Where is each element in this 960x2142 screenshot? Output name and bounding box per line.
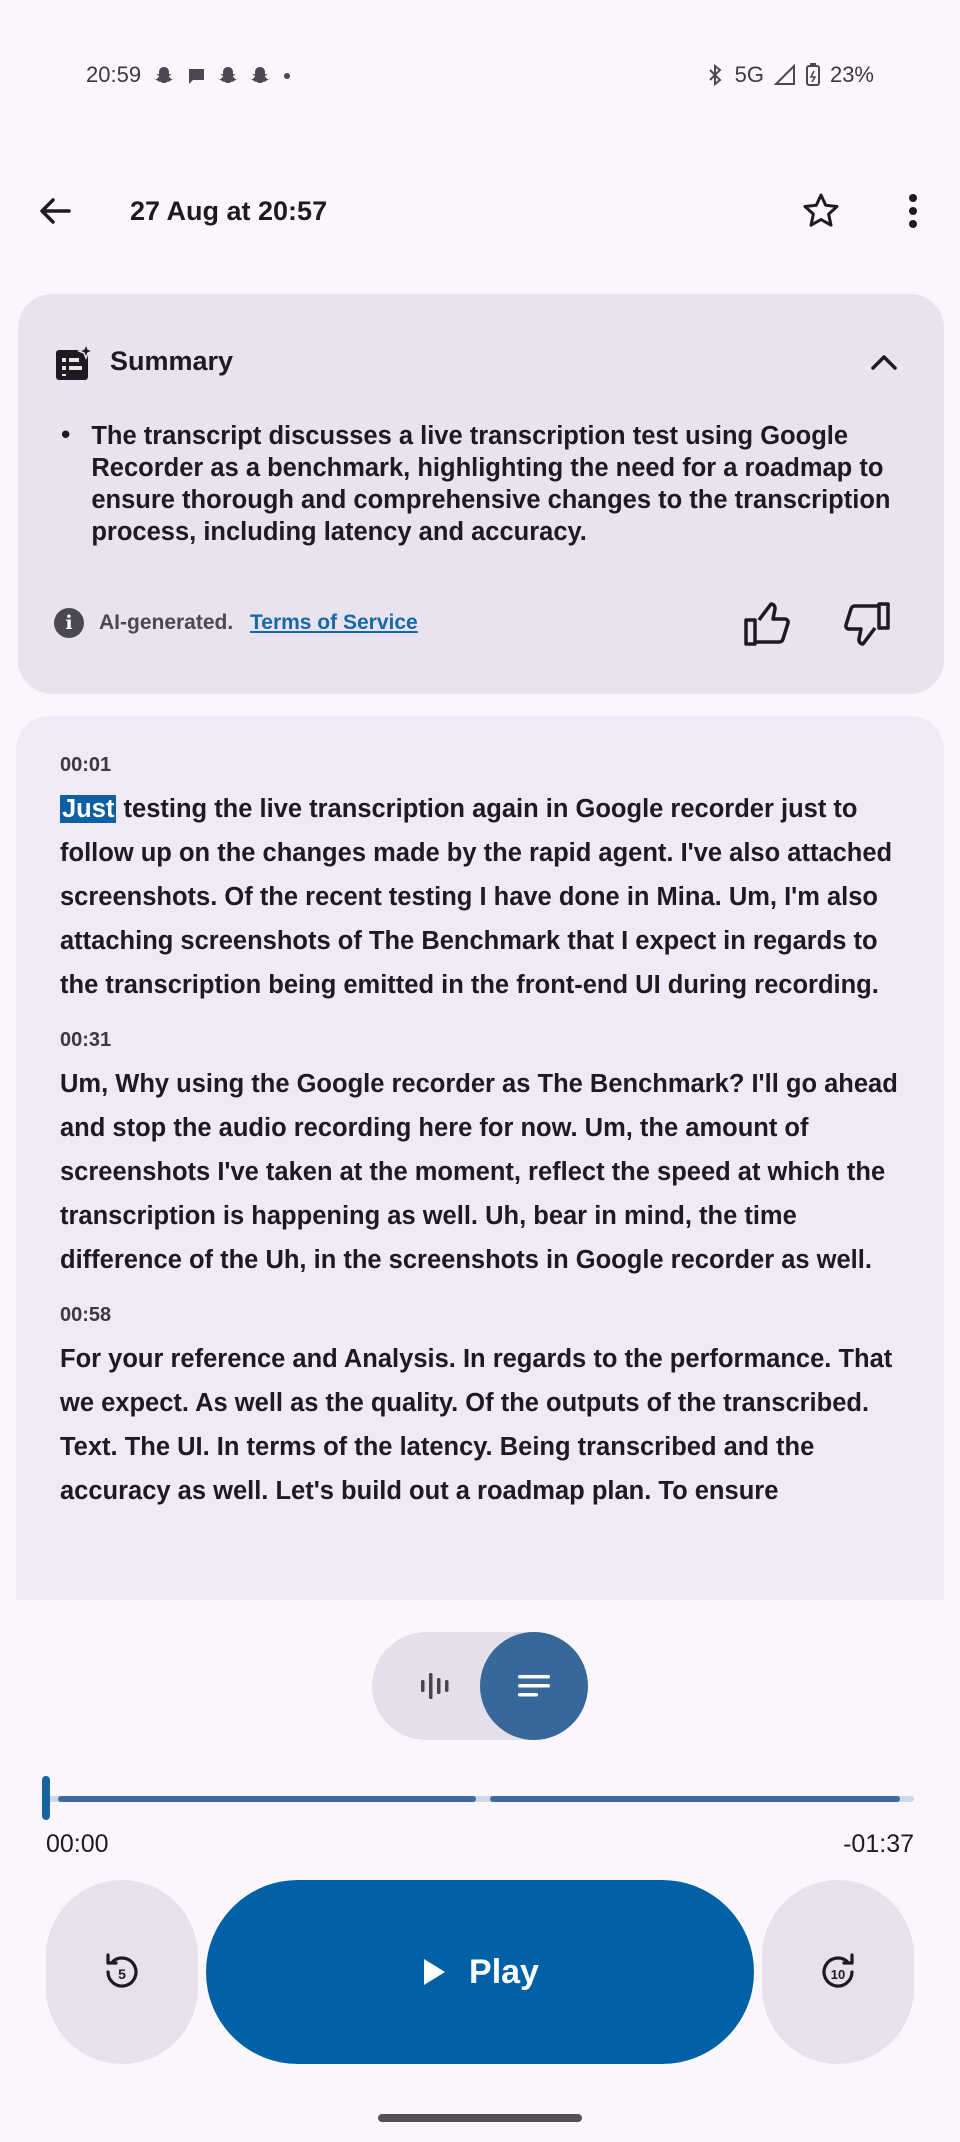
play-button[interactable]: Play <box>206 1880 754 2064</box>
segment-text[interactable]: Just testing the live transcription agai… <box>60 787 920 1007</box>
chevron-up-icon <box>871 355 897 370</box>
summary-title: Summary <box>110 346 234 376</box>
status-time: 20:59 <box>86 62 142 87</box>
summary-sparkle-icon <box>56 344 94 380</box>
replay-5-icon: 5 <box>106 1953 138 1988</box>
home-indicator[interactable] <box>378 2114 582 2122</box>
bluetooth-icon <box>708 63 722 87</box>
play-icon <box>424 1959 446 1985</box>
segment-timestamp[interactable]: 00:01 <box>60 754 920 777</box>
collapse-summary-button[interactable] <box>862 340 906 384</box>
battery-level: 23% <box>829 62 874 87</box>
seek-track-segment <box>490 1796 900 1802</box>
transcript-view-button[interactable] <box>480 1632 588 1740</box>
rewind-button[interactable]: 5 <box>46 1880 198 2064</box>
signal-icon <box>773 64 795 85</box>
terms-of-service-link[interactable]: Terms of Service <box>250 611 418 635</box>
network-type: 5G <box>734 62 764 87</box>
summary-text: The transcript discusses a live transcri… <box>91 422 891 546</box>
transcript-card: 00:01 Just testing the live transcriptio… <box>16 716 944 1600</box>
forward-button[interactable]: 10 <box>762 1880 914 2064</box>
segment-timestamp[interactable]: 00:58 <box>60 1304 920 1327</box>
waveform-icon <box>421 1673 449 1699</box>
forward-10-icon: 10 <box>822 1953 854 1988</box>
status-indicators: 5G 23% <box>705 62 874 88</box>
ai-generated-label: AI-generated. <box>99 611 234 634</box>
segment-timestamp[interactable]: 00:31 <box>60 1029 920 1052</box>
seek-track-segment <box>58 1796 476 1802</box>
notes-icon <box>518 1675 550 1697</box>
star-icon <box>803 193 839 227</box>
transcript-list: 00:01 Just testing the live transcriptio… <box>60 754 920 1535</box>
back-button[interactable] <box>30 186 80 236</box>
rewind-seconds: 5 <box>118 1966 126 1982</box>
arrow-back-icon <box>40 198 71 224</box>
more-vert-icon <box>909 194 917 228</box>
snapchat-icon <box>219 67 237 83</box>
current-time: 00:00 <box>46 1830 109 1858</box>
info-icon[interactable]: i <box>54 608 84 638</box>
thumb-up-icon[interactable] <box>742 598 794 650</box>
snapchat-icon <box>251 67 269 83</box>
snapchat-icon <box>155 67 173 83</box>
audio-view-button[interactable] <box>386 1632 486 1740</box>
page-title: 27 Aug at 20:57 <box>130 196 328 226</box>
summary-bullet: • The transcript discusses a live transc… <box>58 420 916 548</box>
notification-icons <box>152 64 294 88</box>
battery-icon <box>805 63 820 86</box>
remaining-time: -01:37 <box>843 1830 914 1858</box>
thumb-down-icon[interactable] <box>840 598 892 650</box>
bullet-dot: • <box>58 421 74 451</box>
favorite-button[interactable] <box>796 186 846 236</box>
seek-handle[interactable] <box>42 1776 50 1820</box>
chat-bubble-icon <box>188 69 204 84</box>
segment-text[interactable]: Um, Why using the Google recorder as The… <box>60 1062 920 1282</box>
forward-seconds: 10 <box>831 1967 845 1982</box>
play-label: Play <box>469 1952 539 1991</box>
segment-text[interactable]: For your reference and Analysis. In rega… <box>60 1337 920 1513</box>
dot-icon <box>284 73 290 79</box>
current-word-highlight[interactable]: Just <box>60 795 117 823</box>
more-options-button[interactable] <box>888 186 938 236</box>
segment-text-body: testing the live transcription again in … <box>60 795 893 999</box>
